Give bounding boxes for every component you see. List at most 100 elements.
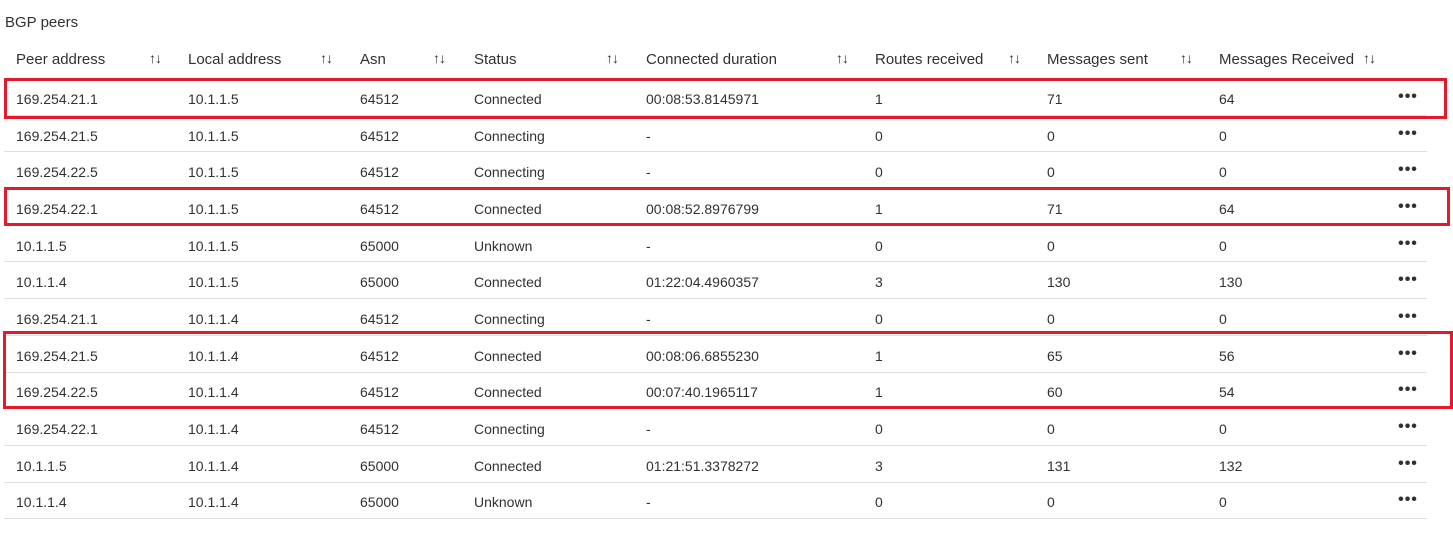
- table-row[interactable]: 10.1.1.4 10.1.1.4 65000 Unknown - 0 0 0 •••: [4, 483, 1427, 520]
- cell-local: 10.1.1.4: [188, 494, 239, 511]
- more-actions-icon[interactable]: •••: [1396, 262, 1420, 298]
- cell-received: 56: [1219, 347, 1235, 364]
- more-actions-icon[interactable]: •••: [1396, 409, 1420, 445]
- cell-duration: 00:08:53.8145971: [646, 90, 759, 107]
- cell-received: 0: [1219, 164, 1227, 181]
- more-actions-icon[interactable]: •••: [1396, 446, 1420, 482]
- sort-icon[interactable]: ↑↓: [1008, 50, 1021, 66]
- column-header-received[interactable]: Messages Received: [1219, 40, 1354, 79]
- cell-routes: 0: [875, 421, 883, 438]
- cell-peer: 169.254.22.5: [16, 164, 98, 181]
- cell-asn: 64512: [360, 127, 399, 144]
- cell-peer: 10.1.1.5: [16, 237, 67, 254]
- column-header-asn[interactable]: Asn: [360, 40, 386, 79]
- cell-sent: 71: [1047, 200, 1063, 217]
- cell-asn: 64512: [360, 310, 399, 327]
- cell-received: 54: [1219, 384, 1235, 401]
- cell-local: 10.1.1.4: [188, 347, 239, 364]
- cell-sent: 0: [1047, 310, 1055, 327]
- cell-asn: 64512: [360, 384, 399, 401]
- table-row[interactable]: 169.254.22.5 10.1.1.5 64512 Connecting - 0 0 0 •…: [4, 152, 1427, 190]
- cell-duration: 01:21:51.3378272: [646, 457, 759, 474]
- cell-received: 0: [1219, 237, 1227, 254]
- more-actions-icon[interactable]: •••: [1396, 483, 1420, 519]
- more-actions-icon[interactable]: •••: [1396, 116, 1420, 152]
- cell-routes: 0: [875, 237, 883, 254]
- cell-duration: -: [646, 127, 651, 144]
- column-header-duration[interactable]: Connected duration: [646, 40, 777, 79]
- cell-peer: 169.254.21.1: [16, 90, 98, 107]
- sort-icon[interactable]: ↑↓: [1363, 50, 1376, 66]
- cell-status: Connecting: [474, 310, 545, 327]
- more-actions-icon[interactable]: •••: [1396, 373, 1420, 409]
- cell-routes: 0: [875, 164, 883, 181]
- cell-received: 64: [1219, 200, 1235, 217]
- table-row[interactable]: 10.1.1.5 10.1.1.5 65000 Unknown - 0 0 0 •••: [4, 226, 1427, 263]
- more-actions-icon[interactable]: •••: [1396, 299, 1420, 335]
- cell-sent: 0: [1047, 164, 1055, 181]
- cell-asn: 64512: [360, 421, 399, 438]
- cell-status: Connected: [474, 347, 542, 364]
- cell-received: 0: [1219, 127, 1227, 144]
- table-row[interactable]: 169.254.22.1 10.1.1.4 64512 Connecting - 0 0 0 •…: [4, 409, 1427, 446]
- table-row[interactable]: 169.254.21.5 10.1.1.5 64512 Connecting - 0 0 0 •…: [4, 116, 1427, 153]
- grid-body: 169.254.21.1 10.1.1.5 64512 Connected 00:08:…: [4, 79, 1427, 520]
- more-actions-icon[interactable]: •••: [1396, 189, 1420, 225]
- cell-peer: 10.1.1.5: [16, 457, 67, 474]
- column-header-status[interactable]: Status: [474, 40, 517, 79]
- cell-received: 0: [1219, 494, 1227, 511]
- cell-local: 10.1.1.4: [188, 384, 239, 401]
- sort-icon[interactable]: ↑↓: [1180, 50, 1193, 66]
- cell-sent: 0: [1047, 494, 1055, 511]
- table-row[interactable]: 169.254.21.1 10.1.1.5 64512 Connected 00:08:…: [4, 79, 1427, 116]
- cell-status: Connecting: [474, 421, 545, 438]
- more-actions-icon[interactable]: •••: [1396, 152, 1420, 188]
- cell-routes: 0: [875, 310, 883, 327]
- more-actions-icon[interactable]: •••: [1396, 226, 1420, 262]
- sort-icon[interactable]: ↑↓: [836, 50, 849, 66]
- cell-received: 130: [1219, 274, 1243, 291]
- cell-routes: 1: [875, 347, 883, 364]
- cell-status: Unknown: [474, 494, 533, 511]
- cell-routes: 1: [875, 200, 883, 217]
- more-actions-icon[interactable]: •••: [1396, 79, 1420, 115]
- cell-peer: 10.1.1.4: [16, 274, 67, 291]
- table-row[interactable]: 169.254.21.1 10.1.1.4 64512 Connecting - 0 0 0 •…: [4, 299, 1427, 336]
- bgp-peers-grid: Peer address ↑↓ Local address ↑↓ Asn ↑↓ Status…: [4, 40, 1427, 520]
- cell-asn: 65000: [360, 274, 399, 291]
- sort-icon[interactable]: ↑↓: [433, 50, 446, 66]
- table-row[interactable]: 169.254.22.5 10.1.1.4 64512 Connected 00:07:…: [4, 373, 1427, 410]
- sort-icon[interactable]: ↑↓: [606, 50, 619, 66]
- table-row[interactable]: 169.254.21.5 10.1.1.4 64512 Connected 00:08:…: [4, 336, 1427, 373]
- cell-local: 10.1.1.4: [188, 457, 239, 474]
- table-row[interactable]: 10.1.1.4 10.1.1.5 65000 Connected 01:22:04.4…: [4, 262, 1427, 300]
- cell-status: Connecting: [474, 127, 545, 144]
- cell-status: Connecting: [474, 164, 545, 181]
- cell-local: 10.1.1.5: [188, 164, 239, 181]
- table-row[interactable]: 10.1.1.5 10.1.1.4 65000 Connected 01:21:51.3…: [4, 446, 1427, 483]
- column-header-local[interactable]: Local address: [188, 40, 281, 79]
- table-row[interactable]: 169.254.22.1 10.1.1.5 64512 Connected 00:08:…: [4, 189, 1427, 226]
- cell-peer: 169.254.21.5: [16, 347, 98, 364]
- cell-status: Connected: [474, 457, 542, 474]
- column-header-sent[interactable]: Messages sent: [1047, 40, 1148, 79]
- cell-asn: 65000: [360, 494, 399, 511]
- cell-duration: 00:08:06.6855230: [646, 347, 759, 364]
- cell-local: 10.1.1.5: [188, 90, 239, 107]
- column-header-routes[interactable]: Routes received: [875, 40, 983, 79]
- cell-local: 10.1.1.4: [188, 421, 239, 438]
- column-header-peer[interactable]: Peer address: [16, 40, 105, 79]
- cell-peer: 10.1.1.4: [16, 494, 67, 511]
- cell-sent: 130: [1047, 274, 1071, 291]
- cell-local: 10.1.1.5: [188, 237, 239, 254]
- cell-received: 0: [1219, 310, 1227, 327]
- sort-icon[interactable]: ↑↓: [320, 50, 333, 66]
- cell-sent: 65: [1047, 347, 1063, 364]
- more-actions-icon[interactable]: •••: [1396, 336, 1420, 372]
- cell-duration: 00:08:52.8976799: [646, 200, 759, 217]
- cell-status: Connected: [474, 384, 542, 401]
- grid-header: Peer address ↑↓ Local address ↑↓ Asn ↑↓ Status…: [4, 40, 1427, 79]
- sort-icon[interactable]: ↑↓: [149, 50, 162, 66]
- cell-peer: 169.254.22.1: [16, 200, 98, 217]
- cell-peer: 169.254.22.1: [16, 421, 98, 438]
